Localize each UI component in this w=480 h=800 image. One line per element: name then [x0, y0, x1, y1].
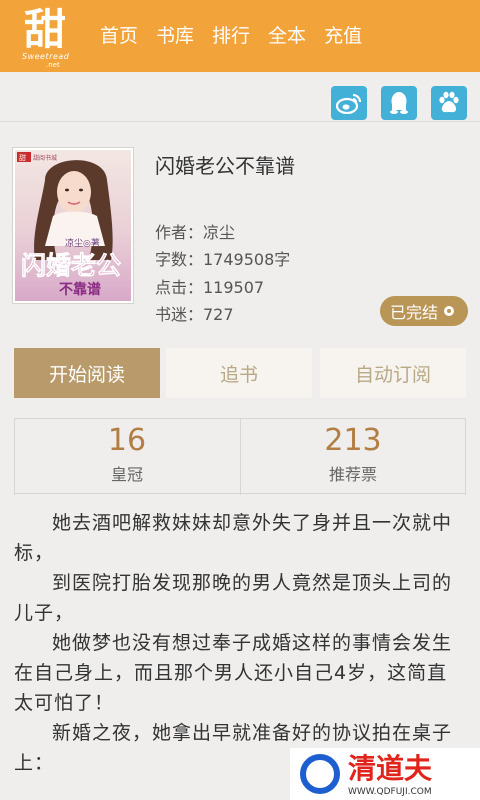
book-author[interactable]: 作者：凉尘 — [155, 221, 435, 245]
synopsis-paragraph: 到医院打胎发现那晚的男人竟然是顶头上司的儿子， — [14, 572, 453, 624]
start-reading-button[interactable]: 开始阅读 — [14, 348, 160, 398]
stat-crown-value: 16 — [107, 423, 147, 458]
stat-crown-label: 皇冠 — [110, 465, 143, 484]
cover-title-line2: 不靠谱 — [59, 281, 101, 298]
watermark-text: 清道夫 — [348, 752, 433, 785]
follow-book-button[interactable]: 追书 — [166, 348, 312, 398]
watermark-url: WWW.QDFUJI.COM — [348, 787, 432, 797]
book-title: 闪婚老公不靠谱 — [155, 154, 295, 178]
share-qq-button[interactable] — [381, 86, 417, 120]
auto-subscribe-button[interactable]: 自动订阅 — [320, 348, 466, 398]
book-cover-image: 甜 甜阅书城 凉尘◎著 闪婚老公 不靠谱 — [15, 150, 131, 301]
svg-text:甜: 甜 — [19, 153, 26, 162]
stat-recommend-value: 213 — [324, 423, 382, 458]
logo-subtitle: Sweetread — [22, 52, 70, 61]
nav-library[interactable]: 书库 — [156, 0, 194, 72]
weibo-icon — [336, 93, 362, 114]
share-baidu-button[interactable] — [431, 86, 467, 120]
book-synopsis: 她去酒吧解救妹妹却意外失了身并且一次就中标， 到医院打胎发现那晚的男人竟然是顶头… — [14, 508, 466, 778]
book-stats: 16 皇冠 213 推荐票 — [14, 418, 466, 495]
logo-subtitle-domain: .net — [46, 61, 60, 69]
share-bar — [0, 72, 480, 122]
stat-recommend[interactable]: 213 推荐票 — [240, 419, 466, 495]
watermark-logo-icon — [300, 754, 340, 794]
baidu-icon — [439, 91, 459, 113]
logo-glyph: 甜 — [24, 5, 67, 54]
nav-completed[interactable]: 全本 — [268, 0, 306, 72]
cover-author: 凉尘◎著 — [65, 237, 100, 249]
watermark: 清道夫 WWW.QDFUJI.COM — [290, 748, 480, 800]
book-cover[interactable]: 甜 甜阅书城 凉尘◎著 闪婚老公 不靠谱 — [12, 147, 134, 304]
cover-title-line1: 闪婚老公 — [21, 251, 121, 280]
status-label: 已完结 — [390, 303, 439, 322]
nav-home[interactable]: 首页 — [100, 0, 138, 72]
nav-ranking[interactable]: 排行 — [212, 0, 250, 72]
status-dot-icon — [444, 306, 455, 316]
main-nav: 首页 书库 排行 全本 充值 — [86, 0, 366, 72]
stat-crown[interactable]: 16 皇冠 — [14, 419, 240, 495]
synopsis-paragraph: 她去酒吧解救妹妹却意外失了身并且一次就中标， — [14, 512, 453, 564]
top-nav-bar: 甜 Sweetread .net 首页 书库 排行 全本 充值 — [0, 0, 480, 72]
qq-icon — [390, 92, 408, 114]
svg-text:甜阅书城: 甜阅书城 — [33, 154, 57, 162]
synopsis-paragraph: 她做梦也没有想过奉子成婚这样的事情会发生在自己身上，而且那个男人还小自己4岁，这… — [14, 632, 453, 714]
stat-recommend-label: 推荐票 — [328, 465, 377, 484]
nav-recharge[interactable]: 充值 — [324, 0, 362, 72]
book-word-count: 字数：1749508字 — [155, 250, 291, 269]
status-badge: 已完结 — [380, 296, 468, 326]
site-logo[interactable]: 甜 Sweetread .net — [0, 0, 86, 72]
share-weibo-button[interactable] — [331, 86, 367, 120]
